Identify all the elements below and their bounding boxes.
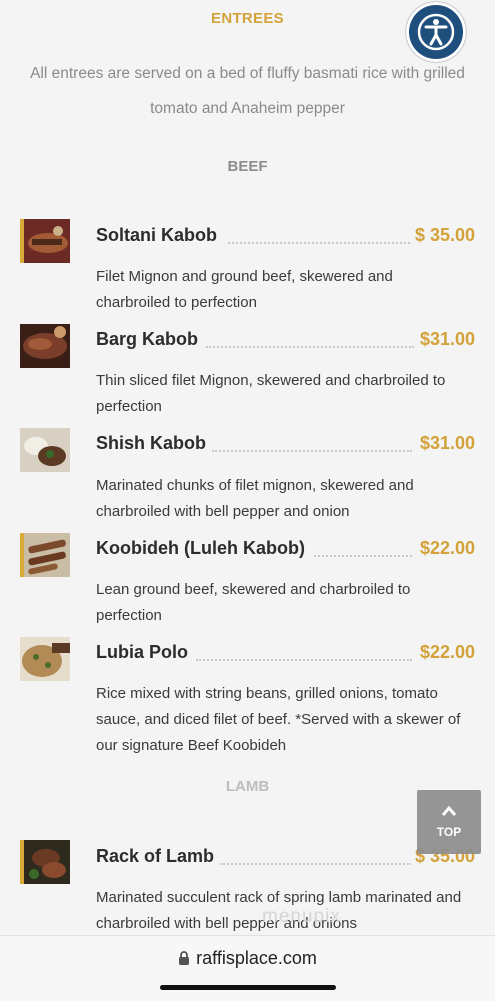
entrees-intro: All entrees are served on a bed of fluff… [30, 65, 465, 117]
chevron-up-icon [441, 805, 457, 816]
beef-subheading: BEEF [227, 158, 268, 175]
koobideh-photo[interactable] [20, 533, 70, 577]
dot-leader [228, 240, 410, 244]
shish-kabob-photo[interactable] [20, 428, 70, 472]
item-name: Koobideh (Luleh Kabob) [96, 538, 309, 559]
item-description: Lean ground beef, skewered and charbroil… [96, 581, 411, 624]
scroll-to-top-button[interactable]: TOP [417, 790, 481, 854]
url-text: raffisplace.com [196, 948, 317, 968]
soltani-kabob-photo[interactable] [20, 219, 70, 263]
top-label: TOP [436, 825, 462, 839]
browser-address-bar[interactable]: raffisplace.com [0, 935, 495, 1001]
item-price: $22.00 [415, 538, 475, 559]
item-price: $ 35.00 [410, 225, 475, 246]
dot-leader [212, 448, 412, 452]
dot-leader [206, 344, 414, 348]
item-description: Marinated chunks of filet mignon, skewer… [96, 477, 414, 520]
item-price: $22.00 [415, 642, 475, 663]
home-indicator[interactable] [160, 985, 336, 990]
item-description: Rice mixed with string beans, grilled on… [96, 685, 461, 754]
accessibility-button[interactable] [406, 2, 466, 62]
item-price: $31.00 [415, 329, 475, 350]
rack-of-lamb-photo[interactable] [20, 840, 70, 884]
url-display[interactable]: raffisplace.com [0, 948, 495, 971]
item-name: Barg Kabob [96, 329, 203, 350]
dot-leader [196, 657, 412, 661]
menu-page: ENTREES All entrees are served on a bed … [0, 0, 495, 935]
dot-leader [314, 553, 412, 557]
lock-icon [178, 950, 190, 971]
item-name: Shish Kabob [96, 433, 211, 454]
item-description: Filet Mignon and ground beef, skewered a… [96, 268, 393, 311]
dot-leader [220, 861, 412, 865]
item-name: Rack of Lamb [96, 846, 219, 867]
item-price: $31.00 [415, 433, 475, 454]
lubia-polo-photo[interactable] [20, 637, 70, 681]
accessibility-icon [417, 13, 455, 51]
barg-kabob-photo[interactable] [20, 324, 70, 368]
watermark: menupix [262, 906, 341, 927]
item-description: Thin sliced filet Mignon, skewered and c… [96, 372, 446, 415]
item-name: Soltani Kabob [96, 225, 221, 246]
item-name: Lubia Polo [96, 642, 192, 663]
